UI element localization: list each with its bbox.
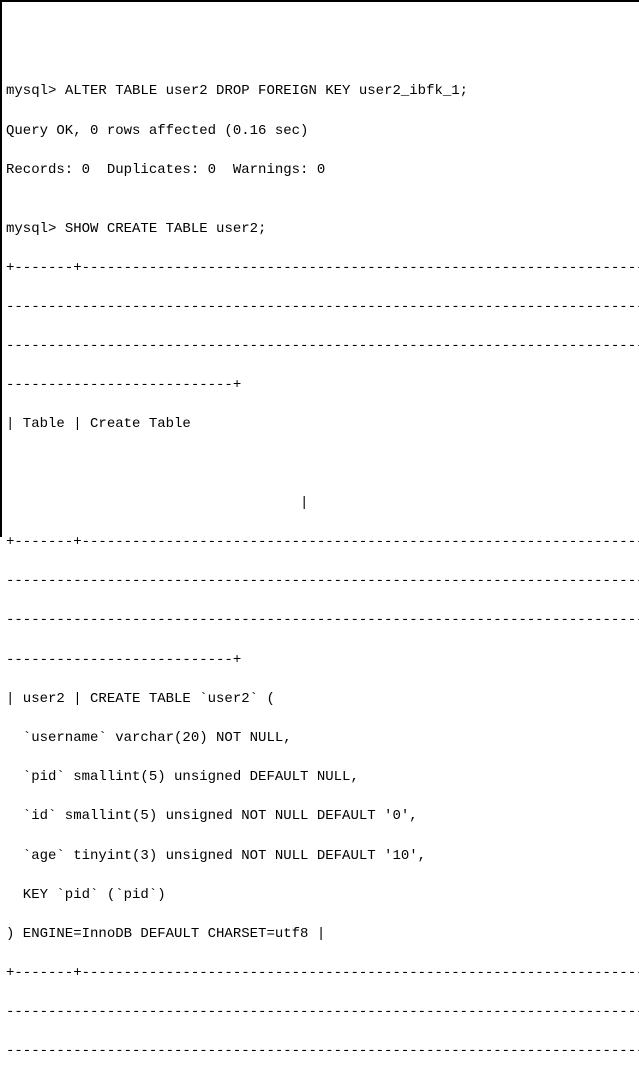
mysql-prompt: mysql> [6,221,65,237]
table-sep: ---------------------------+ [6,651,635,671]
create-table-line: `pid` smallint(5) unsigned DEFAULT NULL, [6,768,635,788]
table-sep: ----------------------------------------… [6,572,635,592]
table-sep: ---------------------------+ [6,376,635,396]
table-sep: ----------------------------------------… [6,298,635,318]
create-table-line: ) ENGINE=InnoDB DEFAULT CHARSET=utf8 | [6,925,635,945]
mysql-prompt: mysql> [6,83,65,99]
table-sep: ----------------------------------------… [6,1042,635,1062]
table-sep: ----------------------------------------… [6,1003,635,1023]
table-sep: +-------+-------------------------------… [6,964,635,984]
table-sep: +-------+-------------------------------… [6,533,635,553]
mysql-cmd-line-1: mysql> ALTER TABLE user2 DROP FOREIGN KE… [6,82,635,102]
create-table-line: | user2 | CREATE TABLE `user2` ( [6,690,635,710]
table-sep: +-------+-------------------------------… [6,259,635,279]
alter-command: ALTER TABLE user2 DROP FOREIGN KEY user2… [65,83,468,99]
show-create-command: SHOW CREATE TABLE user2; [65,221,267,237]
create-table-line: `age` tinyint(3) unsigned NOT NULL DEFAU… [6,847,635,867]
header-filler: | [6,494,635,514]
table-sep: ----------------------------------------… [6,611,635,631]
query-result-line: Query OK, 0 rows affected (0.16 sec) [6,122,635,142]
create-table-line: `id` smallint(5) unsigned NOT NULL DEFAU… [6,807,635,827]
create-table-line: `username` varchar(20) NOT NULL, [6,729,635,749]
create-table-line: KEY `pid` (`pid`) [6,886,635,906]
records-line: Records: 0 Duplicates: 0 Warnings: 0 [6,161,635,181]
table-sep: ----------------------------------------… [6,337,635,357]
mysql-cmd-line-2: mysql> SHOW CREATE TABLE user2; [6,220,635,240]
table-header-row: | Table | Create Table [6,415,635,435]
